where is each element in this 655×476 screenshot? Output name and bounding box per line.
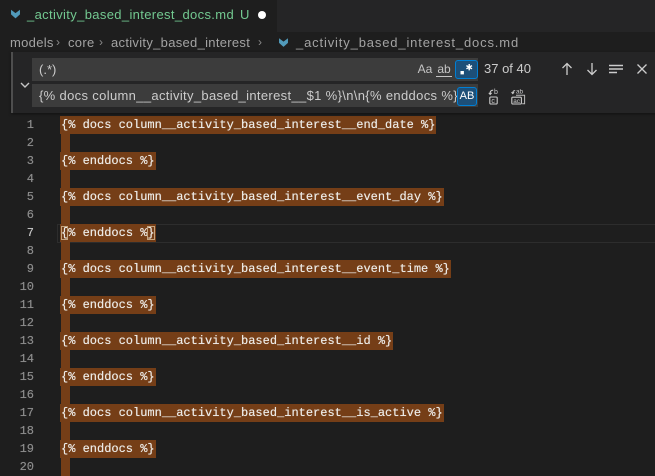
svg-text:ab: ab bbox=[516, 88, 524, 95]
svg-text:c: c bbox=[491, 98, 495, 105]
svg-text:ac: ac bbox=[513, 98, 521, 105]
svg-text:b: b bbox=[494, 89, 498, 96]
